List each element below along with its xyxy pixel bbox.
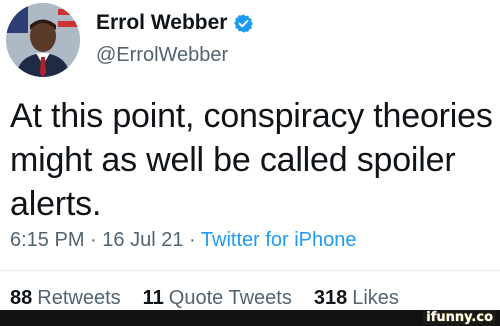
quote-tweets-label: Quote Tweets bbox=[168, 287, 292, 309]
divider bbox=[0, 270, 500, 271]
profile-photo-icon bbox=[6, 3, 80, 77]
quote-tweets-count: 11 bbox=[142, 287, 164, 309]
retweets-stat[interactable]: 88 Retweets bbox=[10, 287, 121, 310]
verified-badge-icon bbox=[234, 13, 254, 33]
quote-tweets-stat[interactable]: 11 Quote Tweets bbox=[143, 287, 292, 310]
watermark: ifunny.co bbox=[423, 310, 496, 325]
tweet-stats: 88 Retweets 11 Quote Tweets 318 Likes bbox=[10, 287, 399, 310]
retweets-label: Retweets bbox=[37, 287, 121, 309]
tweet-meta: 6:15 PM · 16 Jul 21 · Twitter for iPhone bbox=[10, 229, 357, 252]
tweet-text: At this point, conspiracy theories might… bbox=[10, 97, 493, 223]
tweet-time[interactable]: 6:15 PM bbox=[10, 229, 84, 251]
author-name-row: Errol Webber bbox=[96, 11, 254, 35]
meta-separator: · bbox=[189, 229, 196, 251]
author-handle[interactable]: @ErrolWebber bbox=[96, 44, 228, 67]
retweets-count: 88 bbox=[10, 287, 33, 309]
author-display-name[interactable]: Errol Webber bbox=[96, 11, 227, 35]
tweet-source-link[interactable]: Twitter for iPhone bbox=[201, 229, 357, 251]
likes-count: 318 bbox=[313, 287, 348, 309]
meta-separator: · bbox=[90, 229, 97, 251]
avatar[interactable] bbox=[6, 3, 80, 77]
tweet-date[interactable]: 16 Jul 21 bbox=[102, 229, 183, 251]
likes-stat[interactable]: 318 Likes bbox=[314, 287, 399, 310]
likes-label: Likes bbox=[352, 287, 399, 309]
